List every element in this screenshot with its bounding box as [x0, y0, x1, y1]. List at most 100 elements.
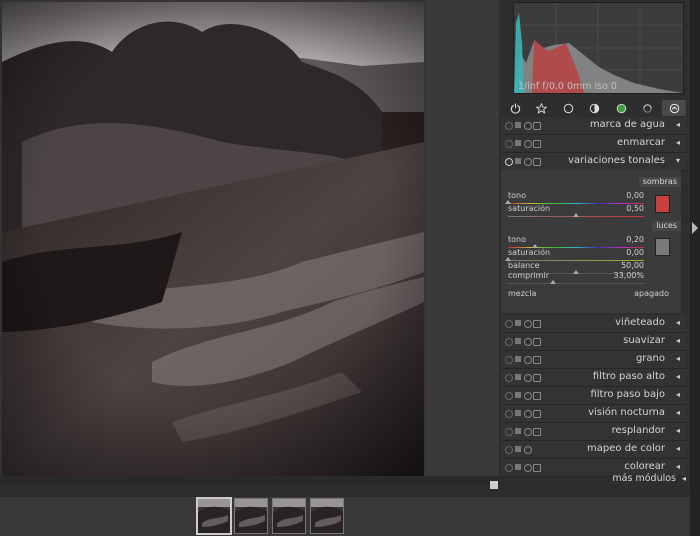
slider-value: 0,50	[626, 204, 644, 213]
module-mask-icon[interactable]	[515, 140, 521, 146]
collapse-arrow-icon[interactable]: ◂	[676, 336, 680, 345]
module-enable-icon[interactable]	[505, 122, 513, 130]
correct-icon[interactable]	[639, 100, 655, 116]
module-presets-icon[interactable]	[533, 464, 541, 472]
filmstrip-thumbnail[interactable]	[234, 498, 268, 534]
module-reset-icon[interactable]	[524, 392, 532, 400]
module-mask-icon[interactable]	[515, 158, 521, 164]
module-presets-icon[interactable]	[533, 374, 541, 382]
module-reset-icon[interactable]	[524, 158, 532, 166]
module-mask-icon[interactable]	[515, 392, 521, 398]
collapse-right-panel-icon[interactable]	[692, 222, 698, 234]
collapse-arrow-icon[interactable]: ◂	[676, 426, 680, 435]
module-enable-icon[interactable]	[505, 464, 513, 472]
collapse-arrow-icon[interactable]: ◂	[676, 318, 680, 327]
module-mask-icon[interactable]	[515, 374, 521, 380]
module-presets-icon[interactable]	[533, 320, 541, 328]
module-reset-icon[interactable]	[524, 320, 532, 328]
module-presets-icon[interactable]	[533, 158, 541, 166]
blend-mode-select[interactable]: apagado	[634, 289, 669, 298]
module-presets-icon[interactable]	[533, 140, 541, 148]
module-mask-icon[interactable]	[515, 464, 521, 470]
module-enable-icon[interactable]	[505, 140, 513, 148]
module-reset-icon[interactable]	[524, 464, 532, 472]
module-reset-icon[interactable]	[524, 428, 532, 436]
collapse-arrow-icon[interactable]: ◂	[676, 372, 680, 381]
module-vignette[interactable]: viñeteado ◂	[501, 315, 687, 333]
module-highpass[interactable]: filtro paso alto ◂	[501, 369, 687, 387]
power-icon[interactable]	[507, 100, 523, 116]
module-mask-icon[interactable]	[515, 122, 521, 128]
module-mask-icon[interactable]	[515, 446, 521, 452]
module-enable-icon[interactable]	[505, 374, 513, 382]
expand-arrow-icon[interactable]: ▾	[676, 156, 680, 165]
filmstrip[interactable]	[0, 497, 690, 536]
center-view[interactable]	[0, 0, 499, 476]
module-presets-icon[interactable]	[533, 392, 541, 400]
module-reset-icon[interactable]	[524, 140, 532, 148]
module-presets-icon[interactable]	[533, 122, 541, 130]
module-reset-icon[interactable]	[524, 122, 532, 130]
module-label: viñeteado	[615, 317, 665, 328]
more-modules-button[interactable]: más módulos ◂	[490, 473, 690, 486]
module-enable-icon[interactable]	[505, 356, 513, 364]
module-presets-icon[interactable]	[533, 410, 541, 418]
collapse-arrow-icon[interactable]: ◂	[676, 444, 680, 453]
module-enable-icon[interactable]	[505, 158, 513, 166]
module-watermark[interactable]: marca de agua ◂	[501, 117, 687, 135]
photo-preview[interactable]	[2, 2, 424, 476]
module-mask-icon[interactable]	[515, 410, 521, 416]
module-reset-icon[interactable]	[524, 374, 532, 382]
module-presets-icon[interactable]	[533, 428, 541, 436]
more-modules-arrow-icon[interactable]: ◂	[682, 474, 686, 483]
module-mask-icon[interactable]	[515, 356, 521, 362]
module-frame[interactable]: enmarcar ◂	[501, 135, 687, 153]
right-panel: 1/inf f/0,0 0mm iso 0 marca de agua ◂ en…	[499, 0, 690, 486]
slider-knob[interactable]	[573, 213, 579, 217]
module-enable-icon[interactable]	[505, 428, 513, 436]
module-night-vision[interactable]: visión nocturna ◂	[501, 405, 687, 423]
collapse-arrow-icon[interactable]: ◂	[676, 462, 680, 471]
module-enable-icon[interactable]	[505, 446, 513, 454]
circle-icon[interactable]	[560, 100, 576, 116]
module-reset-icon[interactable]	[524, 446, 532, 454]
highlights-color-swatch[interactable]	[655, 238, 670, 256]
histogram[interactable]: 1/inf f/0,0 0mm iso 0	[513, 2, 684, 94]
filmstrip-thumbnail[interactable]	[196, 497, 232, 535]
module-enable-icon[interactable]	[505, 410, 513, 418]
slider-knob[interactable]	[549, 280, 556, 284]
collapse-arrow-icon[interactable]: ◂	[676, 354, 680, 363]
color-circle-icon[interactable]	[613, 100, 629, 116]
module-lowpass[interactable]: filtro paso bajo ◂	[501, 387, 687, 405]
slider-value: 0,00	[626, 191, 644, 200]
slider-compress[interactable]: comprimir 33,00%	[508, 271, 644, 286]
module-presets-icon[interactable]	[533, 356, 541, 364]
filmstrip-thumbnail[interactable]	[310, 498, 344, 534]
module-bloom[interactable]: resplandor ◂	[501, 423, 687, 441]
module-mask-icon[interactable]	[515, 428, 521, 434]
module-reset-icon[interactable]	[524, 338, 532, 346]
half-circle-icon[interactable]	[586, 100, 602, 116]
module-split-toning[interactable]: variaciones tonales ▾	[501, 153, 687, 171]
module-color-mapping[interactable]: mapeo de color ◂	[501, 441, 687, 459]
slider-shadows-saturation[interactable]: saturación 0,50	[508, 204, 644, 219]
module-mask-icon[interactable]	[515, 338, 521, 344]
star-icon[interactable]	[533, 100, 549, 116]
effects-icon[interactable]	[662, 100, 686, 116]
module-enable-icon[interactable]	[505, 320, 513, 328]
module-presets-icon[interactable]	[533, 338, 541, 346]
module-reset-icon[interactable]	[524, 356, 532, 364]
module-grain[interactable]: grano ◂	[501, 351, 687, 369]
collapse-arrow-icon[interactable]: ◂	[676, 138, 680, 147]
exif-info: 1/inf f/0,0 0mm iso 0	[518, 81, 617, 92]
module-mask-icon[interactable]	[515, 320, 521, 326]
collapse-arrow-icon[interactable]: ◂	[676, 408, 680, 417]
module-enable-icon[interactable]	[505, 392, 513, 400]
module-enable-icon[interactable]	[505, 338, 513, 346]
module-soften[interactable]: suavizar ◂	[501, 333, 687, 351]
collapse-arrow-icon[interactable]: ◂	[676, 120, 680, 129]
module-reset-icon[interactable]	[524, 410, 532, 418]
filmstrip-thumbnail[interactable]	[272, 498, 306, 534]
collapse-arrow-icon[interactable]: ◂	[676, 390, 680, 399]
shadows-color-swatch[interactable]	[655, 195, 670, 213]
